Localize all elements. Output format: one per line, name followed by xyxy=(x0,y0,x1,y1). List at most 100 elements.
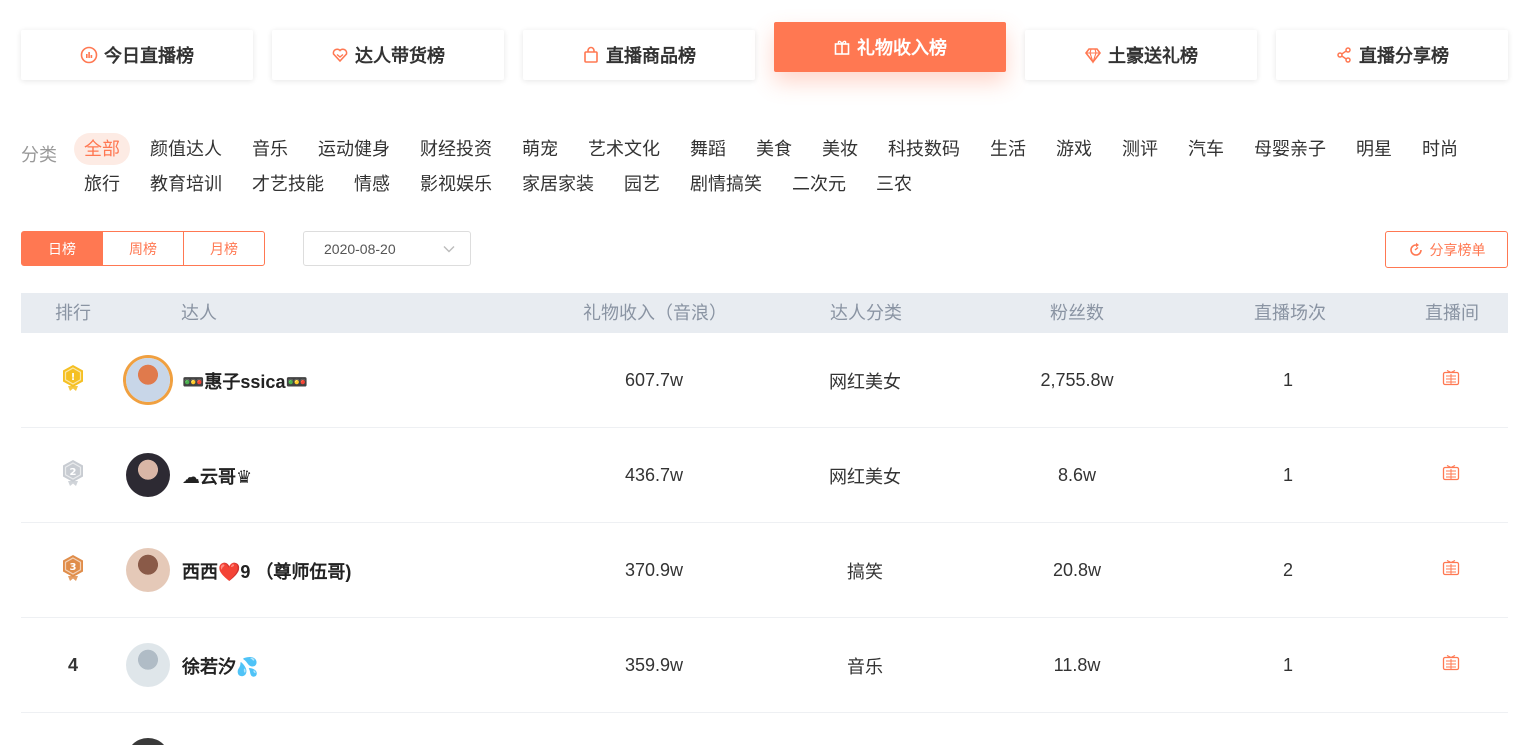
table-row[interactable]: ! 🚥惠子ssica🚥 607.7w 网红美女 2,755.8w 1 xyxy=(21,333,1508,428)
category-chip[interactable]: 全部 xyxy=(74,133,130,165)
category-chip[interactable]: 影视娱乐 xyxy=(410,168,502,200)
category-chip[interactable]: 母婴亲子 xyxy=(1244,133,1336,165)
live-room-icon[interactable] xyxy=(1442,654,1460,677)
category-chip[interactable]: 三农 xyxy=(866,168,922,200)
avatar[interactable] xyxy=(126,548,170,592)
period-daily[interactable]: 日榜 xyxy=(21,231,103,266)
header-influencer: 达人 xyxy=(181,303,217,323)
tab-today-live[interactable]: 今日直播榜 xyxy=(21,30,253,80)
tab-label: 直播分享榜 xyxy=(1359,46,1449,66)
svg-text:2: 2 xyxy=(70,467,77,478)
table-row[interactable]: 3 西西❤️9 （尊师伍哥) 370.9w 搞笑 20.8w 2 xyxy=(21,523,1508,618)
category-chip[interactable]: 科技数码 xyxy=(878,133,970,165)
diamond-icon xyxy=(1084,46,1102,64)
live-room-icon[interactable] xyxy=(1442,559,1460,582)
live-room-cell xyxy=(1431,428,1471,523)
category-row-1: 全部 颜值达人 音乐 运动健身 财经投资 萌宠 艺术文化 舞蹈 美食 美妆 科技数码 生活 游戏 测评 汽车… xyxy=(74,133,1478,165)
avatar[interactable] xyxy=(126,738,170,745)
share-ranking-label: 分享榜单 xyxy=(1429,241,1486,258)
category-chip[interactable]: 情感 xyxy=(344,168,400,200)
rank-cell: ! xyxy=(51,333,95,428)
influencer-name[interactable]: 西西❤️9 （尊师伍哥) xyxy=(182,523,351,618)
category-chip[interactable]: 艺术文化 xyxy=(578,133,670,165)
rank-cell: 2 xyxy=(51,428,95,523)
influencer-name[interactable]: 🚥惠子ssica🚥 xyxy=(182,333,308,428)
category-chip[interactable]: 测评 xyxy=(1112,133,1168,165)
category-chip[interactable]: 时尚 xyxy=(1412,133,1468,165)
live-room-cell xyxy=(1431,333,1471,428)
tab-gift-income[interactable]: 礼物收入榜 xyxy=(774,22,1006,72)
avatar[interactable] xyxy=(126,453,170,497)
live-room-cell xyxy=(1431,618,1471,713)
tab-tycoon-gifting[interactable]: 土豪送礼榜 xyxy=(1025,30,1257,80)
share-icon xyxy=(1335,46,1353,64)
influencer-name[interactable]: ☁云哥♛ xyxy=(182,428,252,523)
influencer-name[interactable]: 徐若汐💦 xyxy=(182,618,258,713)
category-chip[interactable]: 二次元 xyxy=(782,168,856,200)
svg-text:3: 3 xyxy=(70,562,77,573)
category-chip[interactable]: 美食 xyxy=(746,133,802,165)
category-cell: 音乐 xyxy=(847,656,883,677)
share-ranking-button[interactable]: 分享榜单 xyxy=(1385,231,1508,268)
rank-medal-icon: ! xyxy=(61,364,85,397)
live-room-icon[interactable] xyxy=(1442,464,1460,487)
table-row[interactable]: 2 ☁云哥♛ 436.7w 网红美女 8.6w 1 xyxy=(21,428,1508,523)
rank-medal-icon: 2 xyxy=(61,459,85,492)
category-chip[interactable]: 剧情搞笑 xyxy=(680,168,772,200)
table-row[interactable]: 4 徐若汐💦 359.9w 音乐 11.8w 1 xyxy=(21,618,1508,713)
category-chip[interactable]: 游戏 xyxy=(1046,133,1102,165)
sessions-cell: 1 xyxy=(1282,655,1293,675)
live-room-cell xyxy=(1431,523,1471,618)
rank-medal-icon: 3 xyxy=(61,554,85,587)
heart-badge-icon xyxy=(331,46,349,64)
header-live-room: 直播间 xyxy=(1425,303,1479,323)
rank-cell: 4 xyxy=(51,618,95,713)
category-chip[interactable]: 教育培训 xyxy=(140,168,232,200)
category-chip[interactable]: 园艺 xyxy=(614,168,670,200)
income-cell: 359.9w xyxy=(624,655,684,675)
table-header: 排行 达人 礼物收入（音浪） 达人分类 粉丝数 直播场次 直播间 xyxy=(21,293,1508,333)
category-chip[interactable]: 音乐 xyxy=(242,133,298,165)
period-weekly[interactable]: 周榜 xyxy=(102,231,184,266)
tab-live-products[interactable]: 直播商品榜 xyxy=(523,30,755,80)
tab-label: 礼物收入榜 xyxy=(857,38,947,58)
rank-number: 4 xyxy=(67,655,78,675)
header-rank: 排行 xyxy=(55,303,91,323)
category-chip[interactable]: 财经投资 xyxy=(410,133,502,165)
category-chip[interactable]: 旅行 xyxy=(74,168,130,200)
category-chip[interactable]: 明星 xyxy=(1346,133,1402,165)
category-chip[interactable]: 运动健身 xyxy=(308,133,400,165)
header-sessions: 直播场次 xyxy=(1254,303,1326,323)
refresh-share-icon xyxy=(1408,242,1424,258)
sessions-cell: 1 xyxy=(1282,465,1293,485)
period-monthly[interactable]: 月榜 xyxy=(183,231,265,266)
income-cell: 607.7w xyxy=(624,370,684,390)
category-chip[interactable]: 颜值达人 xyxy=(140,133,232,165)
svg-text:!: ! xyxy=(71,372,76,383)
income-cell: 436.7w xyxy=(624,465,684,485)
category-row-2: 旅行 教育培训 才艺技能 情感 影视娱乐 家居家装 园艺 剧情搞笑 二次元 三农 xyxy=(74,168,932,200)
header-fans: 粉丝数 xyxy=(1050,303,1104,323)
fans-cell: 8.6w xyxy=(1057,465,1097,485)
category-chip[interactable]: 萌宠 xyxy=(512,133,568,165)
category-chip[interactable]: 才艺技能 xyxy=(242,168,334,200)
category-chip[interactable]: 舞蹈 xyxy=(680,133,736,165)
avatar[interactable] xyxy=(126,643,170,687)
header-category: 达人分类 xyxy=(830,303,902,323)
chart-circle-icon xyxy=(80,46,98,64)
fans-cell: 2,755.8w xyxy=(1040,370,1114,390)
fans-cell: 20.8w xyxy=(1052,560,1102,580)
category-chip[interactable]: 汽车 xyxy=(1178,133,1234,165)
category-cell: 网红美女 xyxy=(829,371,901,392)
category-chip[interactable]: 美妆 xyxy=(812,133,868,165)
sessions-cell: 2 xyxy=(1282,560,1293,580)
tab-label: 直播商品榜 xyxy=(606,46,696,66)
category-chip[interactable]: 家居家装 xyxy=(512,168,604,200)
category-chip[interactable]: 生活 xyxy=(980,133,1036,165)
avatar[interactable] xyxy=(126,358,170,402)
live-room-icon[interactable] xyxy=(1442,369,1460,392)
chevron-down-icon xyxy=(442,242,456,259)
tab-live-share[interactable]: 直播分享榜 xyxy=(1276,30,1508,80)
tab-influencer-sales[interactable]: 达人带货榜 xyxy=(272,30,504,80)
date-picker[interactable]: 2020-08-20 xyxy=(303,231,471,266)
